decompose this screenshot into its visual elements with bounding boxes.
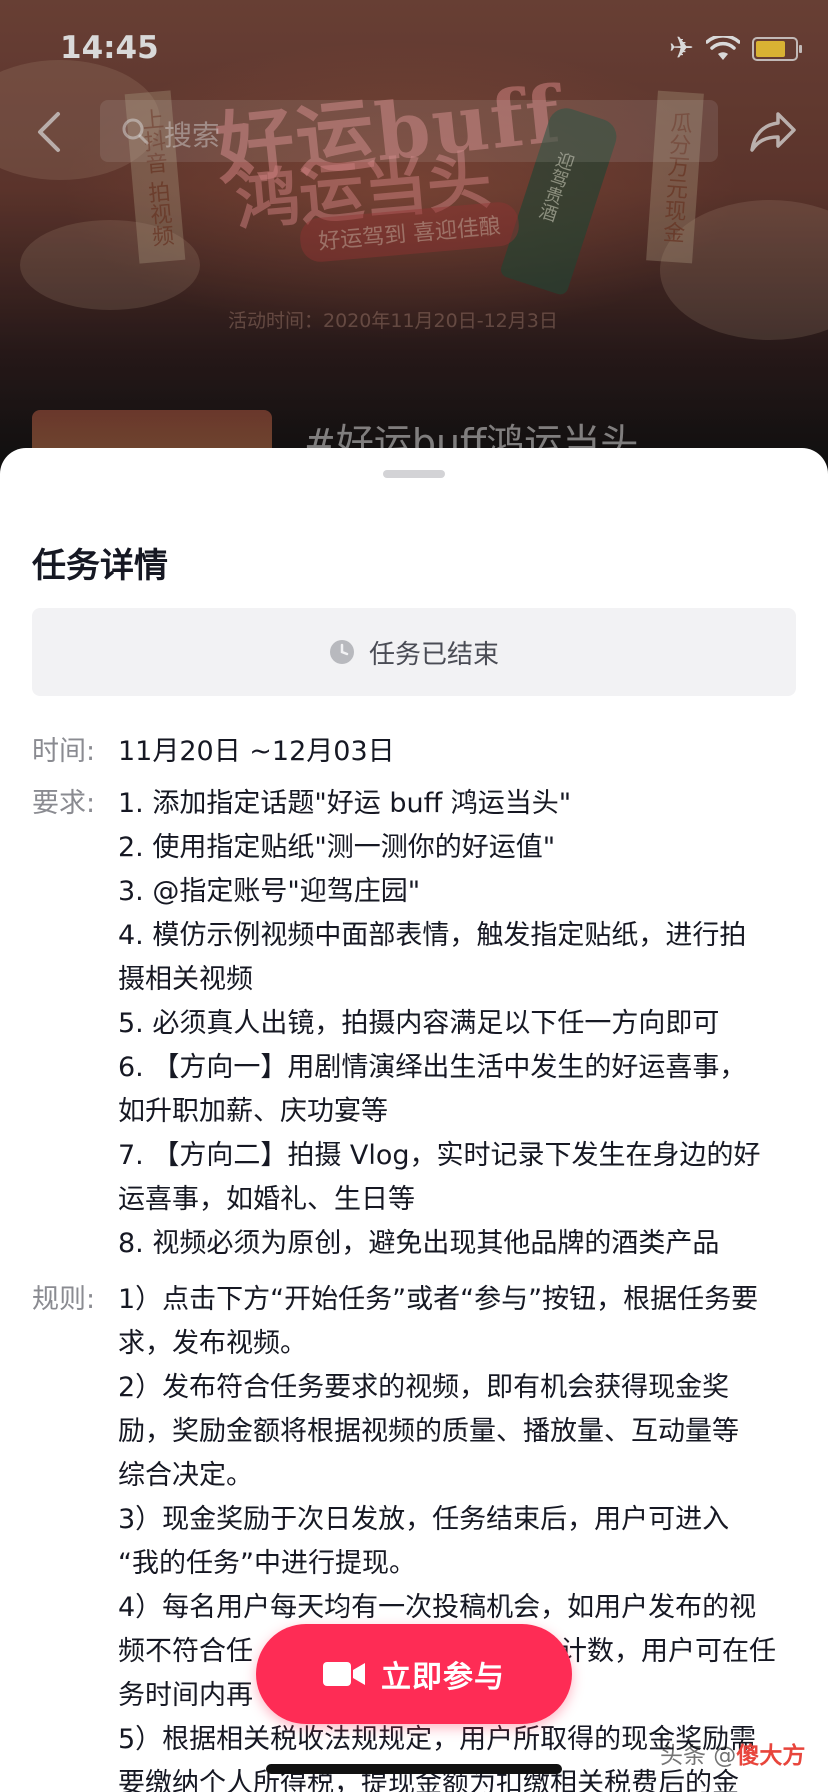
task-status-text: 任务已结束: [368, 639, 499, 670]
home-indicator[interactable]: [266, 1764, 562, 1774]
rule-line: “我的任务”中进行提现。: [118, 1548, 416, 1579]
time-label: 时间:: [32, 736, 96, 767]
requirement-line: 2. 使用指定贴纸"测一测你的好运值": [118, 832, 556, 863]
watermark: 头条 @傻大方: [660, 1736, 805, 1770]
requirement-line: 8. 视频必须为原创，避免出现其他品牌的酒类产品: [118, 1228, 720, 1259]
requirements-list: 1. 添加指定话题"好运 buff 鸿运当头" 2. 使用指定贴纸"测一测你的好…: [118, 782, 802, 1266]
requirement-line: 4. 模仿示例视频中面部表情，触发指定贴纸，进行拍: [118, 920, 747, 951]
video-camera-icon: [323, 1662, 365, 1686]
rule-line: 综合决定。: [118, 1460, 253, 1491]
join-now-label: 立即参与: [381, 1660, 505, 1695]
task-detail-sheet: 任务详情 任务已结束 时间: 11月20日 ~12月03日 要求: 1. 添加指…: [0, 448, 828, 1792]
rule-line: 1）点击下方“开始任务”或者“参与”按钮，根据任务要: [118, 1284, 759, 1315]
requirement-line: 运喜事，如婚礼、生日等: [118, 1184, 415, 1215]
rule-line: 励，奖励金额将根据视频的质量、播放量、互动量等: [118, 1416, 739, 1447]
requirement-line: 如升职加薪、庆功宴等: [118, 1096, 388, 1127]
clock-icon: [329, 640, 354, 664]
requirement-line: 摄相关视频: [118, 964, 253, 995]
rule-line-right: 计数，用户可在任: [560, 1636, 776, 1667]
watermark-name: 傻大方: [736, 1743, 806, 1769]
task-status-box: 任务已结束: [32, 608, 796, 696]
requirement-line: 6. 【方向一】用剧情演绎出生活中发生的好运喜事，: [118, 1052, 747, 1083]
overlay-dim: [0, 0, 828, 480]
sheet-title: 任务详情: [32, 546, 168, 586]
rule-line: 3）现金奖励于次日发放，任务结束后，用户可进入: [118, 1504, 730, 1535]
rule-line: 2）发布符合任务要求的视频，即有机会获得现金奖: [118, 1372, 730, 1403]
sheet-grabber[interactable]: [383, 470, 445, 478]
time-row: 时间: 11月20日 ~12月03日: [32, 730, 802, 774]
watermark-prefix: 头条 @: [660, 1743, 737, 1769]
requirement-line: 7. 【方向二】拍摄 Vlog，实时记录下发生在身边的好: [118, 1140, 761, 1171]
rules-label: 规则:: [32, 1284, 96, 1315]
join-now-button[interactable]: 立即参与: [256, 1624, 572, 1724]
requirement-line: 1. 添加指定话题"好运 buff 鸿运当头": [118, 788, 572, 819]
rule-line: 求，发布视频。: [118, 1328, 307, 1359]
requirement-line: 3. @指定账号"迎驾庄园": [118, 876, 421, 907]
requirements-label: 要求:: [32, 788, 96, 819]
requirement-line: 5. 必须真人出镜，拍摄内容满足以下任一方向即可: [118, 1008, 720, 1039]
time-value: 11月20日 ~12月03日: [118, 736, 395, 767]
requirements-row: 要求: 1. 添加指定话题"好运 buff 鸿运当头" 2. 使用指定贴纸"测一…: [32, 782, 802, 1266]
rule-line-left: 频不符合任: [118, 1636, 253, 1667]
